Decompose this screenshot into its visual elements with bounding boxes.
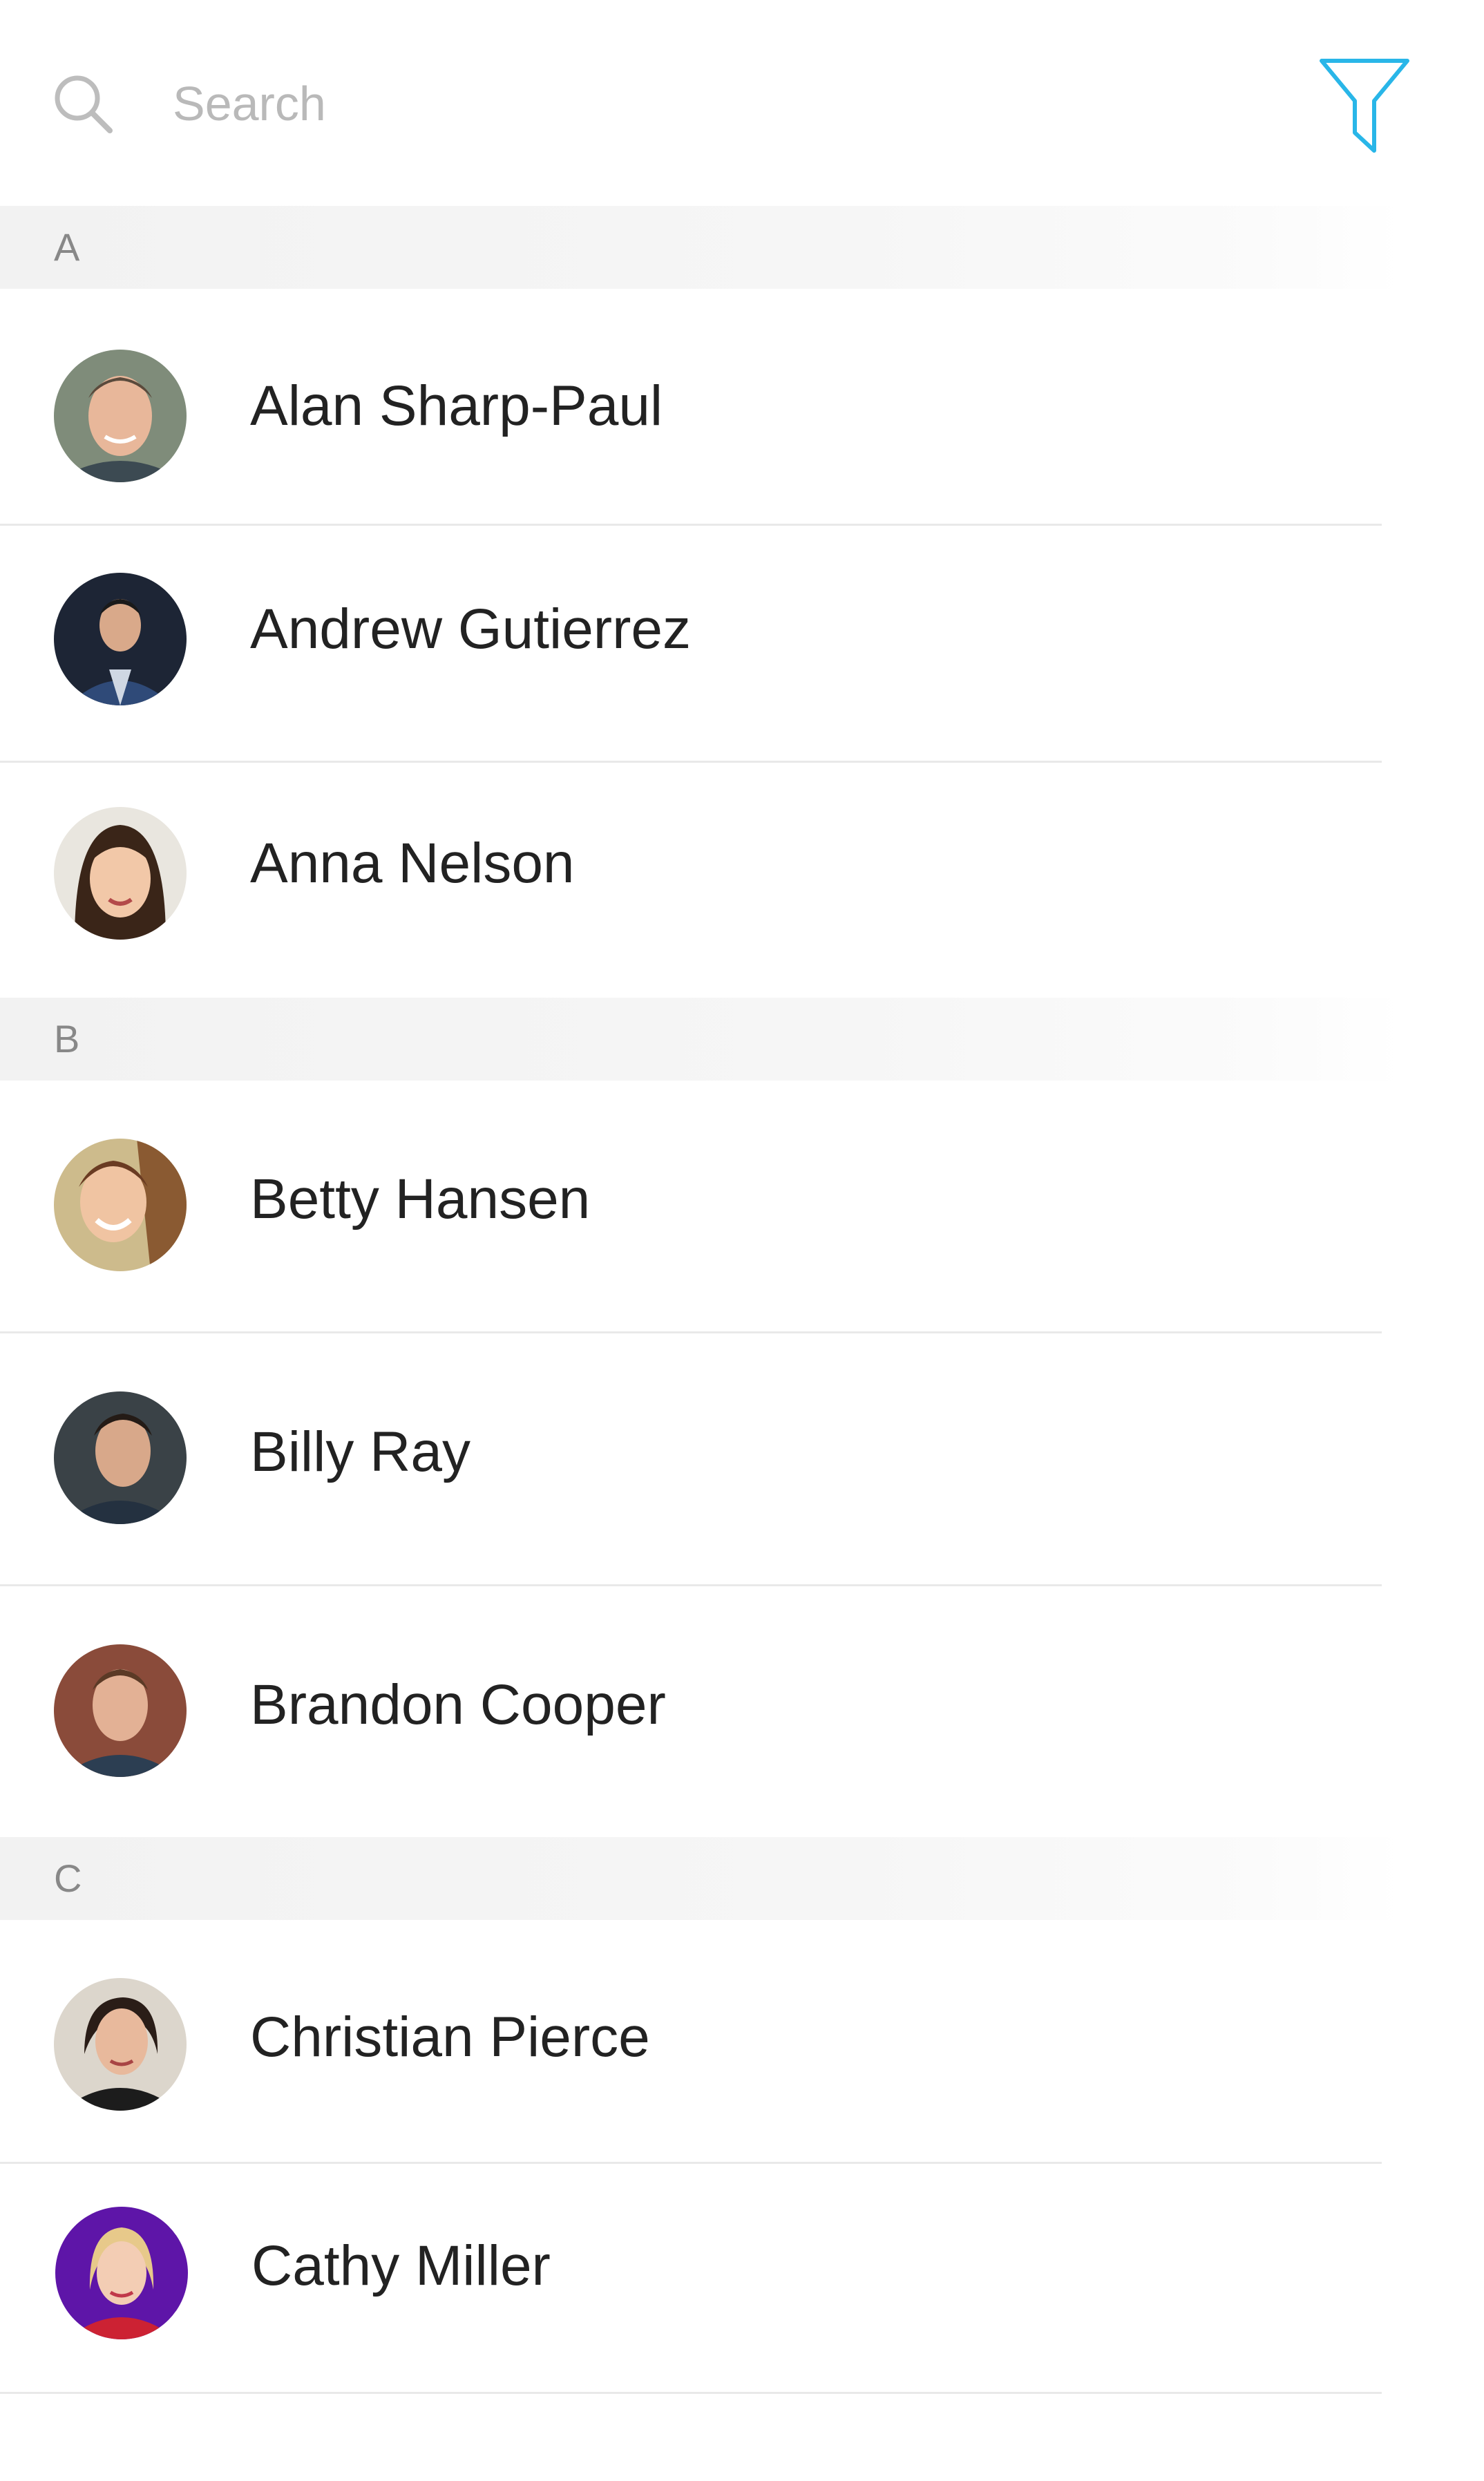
section-letter: A	[54, 225, 80, 269]
contact-name: Christian Pierce	[250, 2006, 650, 2069]
filter-button[interactable]	[1316, 55, 1413, 155]
contacts-screen: A Alan Sharp-Paul	[0, 0, 1484, 2481]
contact-row-andrew-gutierrez[interactable]: Andrew Gutierrez	[0, 526, 1382, 763]
avatar	[54, 1978, 187, 2111]
avatar	[54, 807, 187, 940]
filter-icon	[1316, 59, 1413, 158]
avatar	[54, 573, 187, 705]
avatar	[54, 350, 187, 482]
contact-list: A Alan Sharp-Paul Andrew Gutierrez Anna …	[0, 206, 1484, 2394]
contact-row-anna-nelson[interactable]: Anna Nelson	[0, 763, 1382, 998]
avatar	[54, 1391, 187, 1524]
section-letter: C	[54, 1856, 82, 1900]
contact-row-betty-hansen[interactable]: Betty Hansen	[0, 1081, 1382, 1333]
contact-row-cathy-miller[interactable]: Cathy Miller	[0, 2164, 1382, 2394]
search-icon	[52, 73, 114, 135]
contact-name: Alan Sharp-Paul	[250, 374, 663, 437]
section-letter: B	[54, 1017, 80, 1061]
search-input[interactable]	[173, 69, 1209, 138]
contact-name: Billy Ray	[250, 1420, 470, 1483]
section-header-b: B	[0, 998, 1402, 1081]
avatar	[54, 1644, 187, 1777]
contact-row-brandon-cooper[interactable]: Brandon Cooper	[0, 1586, 1382, 1837]
contact-name: Betty Hansen	[250, 1168, 591, 1230]
search-bar	[0, 0, 1484, 207]
contact-row-billy-ray[interactable]: Billy Ray	[0, 1333, 1382, 1586]
section-header-c: C	[0, 1837, 1402, 1920]
contact-row-christian-pierce[interactable]: Christian Pierce	[0, 1920, 1382, 2164]
contact-name: Andrew Gutierrez	[250, 598, 692, 660]
contact-name: Cathy Miller	[251, 2234, 551, 2297]
contact-name: Anna Nelson	[250, 832, 575, 895]
avatar	[55, 2207, 188, 2339]
contact-name: Brandon Cooper	[250, 1673, 666, 1736]
avatar	[54, 1139, 187, 1271]
section-header-a: A	[0, 206, 1402, 289]
contact-row-alan-sharp-paul[interactable]: Alan Sharp-Paul	[0, 289, 1382, 526]
